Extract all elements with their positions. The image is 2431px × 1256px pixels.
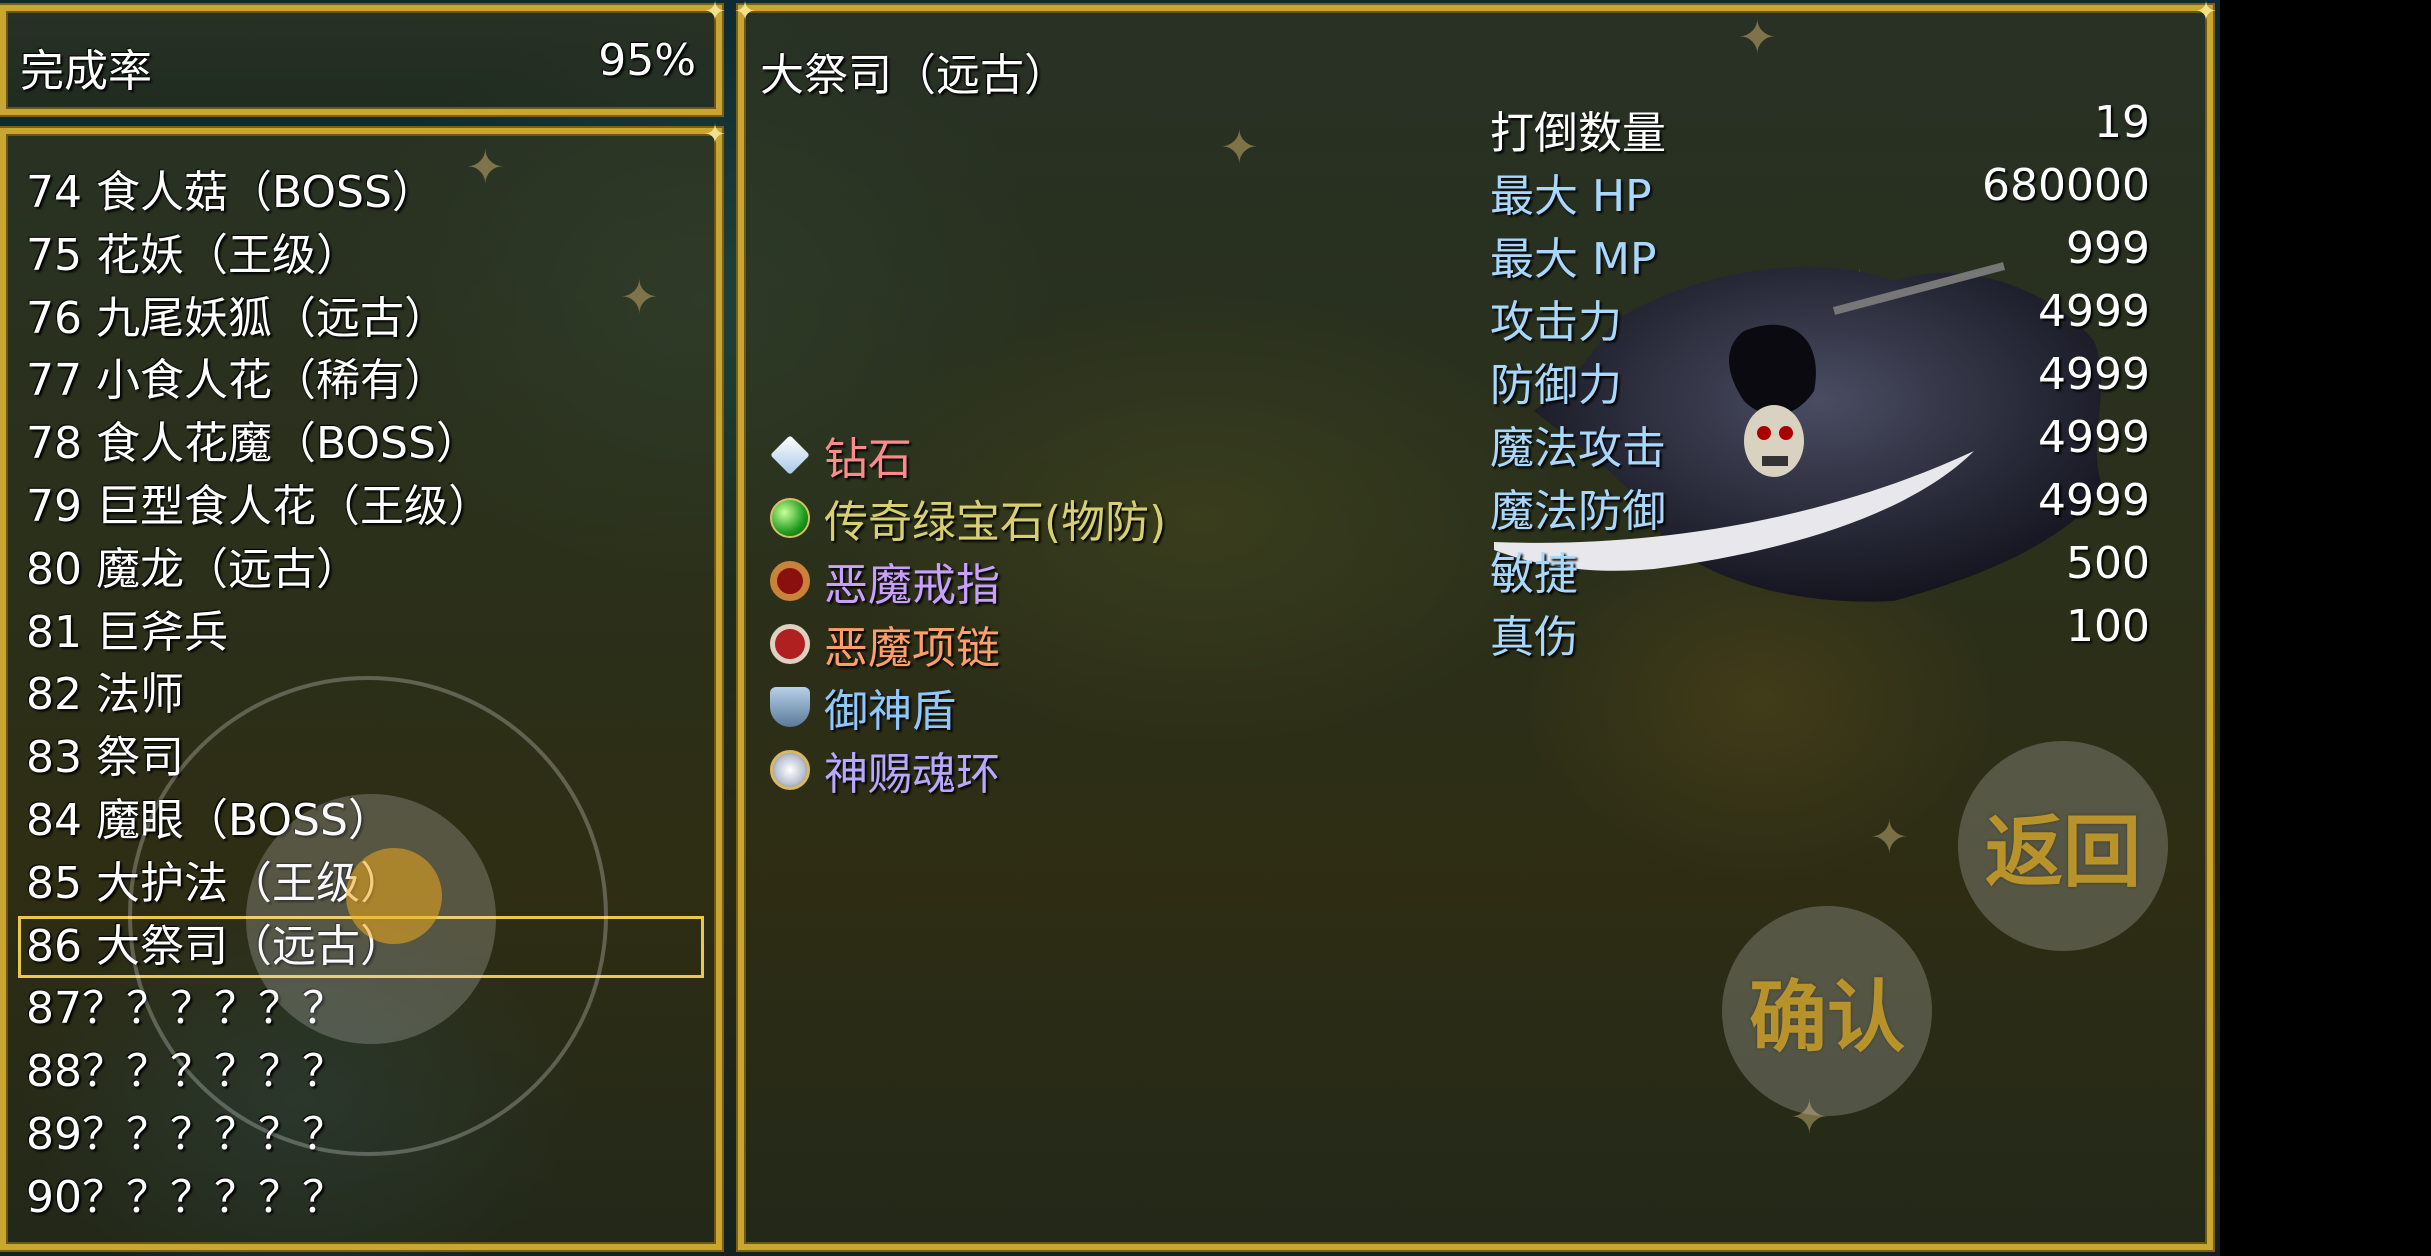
stat-value: 4999 — [2038, 412, 2150, 463]
drop-name: 恶魔项链 — [824, 622, 1000, 674]
drop-name: 钻石 — [824, 433, 912, 485]
stat-label: 敏捷 — [1490, 549, 1578, 600]
drop-item: 神赐魂环 — [770, 738, 1166, 801]
stat-label: 防御力 — [1490, 360, 1622, 411]
monster-list-item[interactable]: 75 花妖（王级） — [6, 225, 716, 288]
stat-value: 500 — [2066, 538, 2150, 589]
completion-value: 95% — [598, 35, 696, 86]
stat-label: 魔法攻击 — [1490, 423, 1666, 474]
stat-row: 打倒数量 19 — [1490, 97, 2150, 160]
stat-value: 680000 — [1982, 160, 2150, 211]
drop-item: 传奇绿宝石(物防) — [770, 486, 1166, 549]
stat-row: 最大 HP 680000 — [1490, 160, 2150, 223]
stat-value: 4999 — [2038, 475, 2150, 526]
drop-name: 恶魔戒指 — [824, 559, 1000, 611]
back-button[interactable]: 返回 — [1958, 741, 2168, 951]
drop-item: 恶魔戒指 — [770, 549, 1166, 612]
stat-row: 最大 MP 999 — [1490, 223, 2150, 286]
drop-name: 传奇绿宝石(物防) — [824, 496, 1167, 548]
stat-row: 敏捷 500 — [1490, 538, 2150, 601]
stat-label: 最大 MP — [1490, 234, 1657, 285]
shield-icon — [770, 686, 810, 727]
monster-list-item[interactable]: 77 小食人花（稀有） — [6, 350, 716, 413]
drop-list: 钻石 传奇绿宝石(物防) 恶魔戒指 恶魔项链 御神盾 神赐魂环 — [770, 423, 1166, 801]
virtual-joystick-center — [346, 848, 442, 944]
corner-star-icon: ✦ — [734, 0, 756, 27]
monster-list-item[interactable]: 81 巨斧兵 — [6, 602, 716, 665]
monster-name-title: 大祭司（远古） — [760, 50, 1068, 101]
green-gem-icon — [770, 497, 810, 538]
drop-item: 御神盾 — [770, 675, 1166, 738]
stat-row: 魔法防御 4999 — [1490, 475, 2150, 538]
corner-star-icon: ✦ — [2195, 0, 2217, 27]
stat-row: 魔法攻击 4999 — [1490, 412, 2150, 475]
monster-list-item[interactable]: 78 食人花魔（BOSS） — [6, 413, 716, 476]
stat-row: 攻击力 4999 — [1490, 286, 2150, 349]
stat-label: 打倒数量 — [1490, 108, 1666, 159]
stat-value: 4999 — [2038, 286, 2150, 337]
game-screen: ✦ ✦ ✦ ✦ ✦ ✦ ✦ ✦ ✦ 完成率 95% ✦ 74 食人菇（BOSS）… — [0, 0, 2220, 1256]
stat-label: 最大 HP — [1490, 171, 1652, 222]
drop-name: 神赐魂环 — [824, 748, 1000, 800]
stat-label: 攻击力 — [1490, 297, 1622, 348]
monster-list-item[interactable]: 74 食人菇（BOSS） — [6, 162, 716, 225]
drop-item: 恶魔项链 — [770, 612, 1166, 675]
drop-item: 钻石 — [770, 423, 1166, 486]
drop-name: 御神盾 — [824, 685, 956, 737]
monster-list-item[interactable]: 90？？？？？？ — [6, 1167, 716, 1230]
stat-value: 19 — [2094, 97, 2150, 148]
ring-icon — [770, 560, 810, 601]
monster-list-item[interactable]: 79 巨型食人花（王级） — [6, 476, 716, 539]
stat-value: 4999 — [2038, 349, 2150, 400]
stat-label: 魔法防御 — [1490, 486, 1666, 537]
monster-list-item[interactable]: 76 九尾妖狐（远古） — [6, 288, 716, 351]
corner-star-icon: ✦ — [704, 120, 726, 150]
completion-label: 完成率 — [20, 46, 152, 97]
letterbox-bar — [2220, 0, 2431, 1256]
stat-value: 999 — [2066, 223, 2150, 274]
completion-panel: ✦ 完成率 95% — [0, 0, 726, 115]
halo-ring-icon — [770, 749, 810, 790]
diamond-icon — [770, 434, 810, 475]
stat-row: 防御力 4999 — [1490, 349, 2150, 412]
necklace-icon — [770, 623, 810, 664]
stats-table: 打倒数量 19 最大 HP 680000 最大 MP 999 攻击力 4999 … — [1490, 97, 2150, 664]
stat-value: 100 — [2066, 601, 2150, 652]
corner-star-icon: ✦ — [704, 0, 726, 27]
monster-list-item[interactable]: 80 魔龙（远古） — [6, 539, 716, 602]
stat-row: 真伤 100 — [1490, 601, 2150, 664]
monster-detail-panel: ✦ ✦ 大祭司（远古） 打倒数量 19 最大 HP 680000 最大 MP 9… — [734, 0, 2217, 1250]
stat-label: 真伤 — [1490, 612, 1578, 663]
confirm-button[interactable]: 确认 — [1722, 906, 1932, 1116]
